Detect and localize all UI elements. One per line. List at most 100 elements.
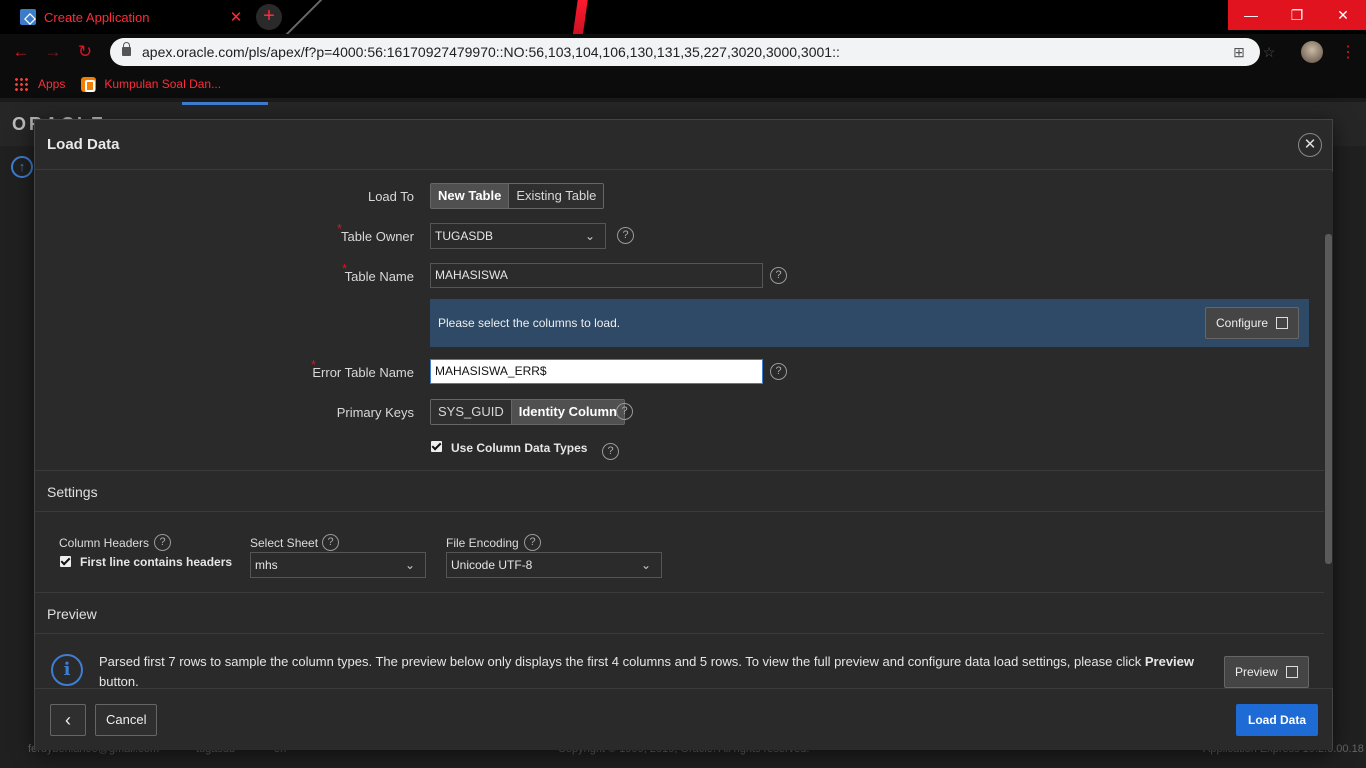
error-table-label: Error Table Name <box>312 365 414 380</box>
bookmark-kumpulan-soal[interactable]: Kumpulan Soal Dan... <box>81 76 222 92</box>
bookmark-star-icon[interactable]: ☆ <box>1260 44 1278 60</box>
lock-icon <box>122 42 131 56</box>
chevron-down-icon: ⌄ <box>640 558 651 572</box>
help-icon[interactable]: ? <box>322 534 339 551</box>
open-dialog-icon <box>1276 316 1289 329</box>
chevron-down-icon: ⌄ <box>584 229 595 243</box>
file-encoding-label: File Encoding <box>446 536 519 550</box>
identity-column-option[interactable]: Identity Column <box>511 400 624 424</box>
apex-favicon-icon <box>20 9 36 25</box>
settings-heading: Settings <box>47 484 98 500</box>
cancel-button[interactable]: Cancel <box>95 704 158 736</box>
forward-arrow-icon[interactable]: → <box>42 42 64 64</box>
error-table-input[interactable]: MAHASISWA_ERR$ <box>430 359 763 384</box>
load-data-button[interactable]: Load Data <box>1236 704 1319 736</box>
preview-message-text: Parsed first 7 rows to sample the column… <box>99 654 1113 669</box>
active-nav-indicator <box>182 102 268 105</box>
help-icon[interactable]: ? <box>616 403 633 420</box>
bookmark-label: Kumpulan Soal Dan... <box>104 77 222 91</box>
preview-message-bold: Preview <box>1144 654 1195 669</box>
previous-button[interactable]: ‹ <box>50 704 86 736</box>
new-table-option[interactable]: New Table <box>431 184 510 208</box>
bookmarks-bar: Apps Kumpulan Soal Dan... <box>0 70 1366 98</box>
primary-keys-row: Primary Keys SYS_GUID Identity Column ? <box>35 399 1324 427</box>
table-name-row: * Table Name MAHASISWA ? <box>35 261 1324 291</box>
use-column-types-label: Use Column Data Types <box>451 441 588 455</box>
new-tab-button[interactable]: + <box>256 4 282 30</box>
browser-menu-icon[interactable]: ⋮ <box>1340 42 1356 62</box>
chevron-down-icon: ⌄ <box>404 558 415 572</box>
preview-message: Parsed first 7 rows to sample the column… <box>99 652 1209 688</box>
up-arrow-icon[interactable]: ↑ <box>11 156 33 178</box>
info-icon: i <box>51 654 83 686</box>
columns-info-message: Please select the columns to load. <box>438 316 621 330</box>
dialog-close-icon[interactable]: ✕ <box>1298 133 1322 157</box>
load-to-label: Load To <box>367 189 414 204</box>
scrollbar-thumb[interactable] <box>1325 234 1332 564</box>
tab-close-icon[interactable]: ✕ <box>224 8 248 26</box>
first-line-headers-label: First line contains headers <box>80 555 233 569</box>
open-dialog-icon <box>1285 665 1298 678</box>
load-to-toggle: New Table Existing Table <box>430 183 605 209</box>
dialog-header: Load Data ✕ <box>35 120 1332 170</box>
table-owner-label: Table Owner <box>341 229 414 244</box>
translate-icon[interactable]: ⊞ <box>1230 44 1248 60</box>
configure-label: Configure <box>1216 316 1269 330</box>
browser-toolbar: ← → ↻ apex.oracle.com/pls/apex/f?p=4000:… <box>0 34 1366 70</box>
help-icon[interactable]: ? <box>154 534 171 551</box>
primary-keys-toggle: SYS_GUID Identity Column <box>430 399 625 425</box>
select-sheet-select[interactable]: mhs ⌄ <box>250 552 426 578</box>
dialog-footer: ‹ Cancel Load Data <box>35 688 1332 750</box>
restore-button[interactable]: ❐ <box>1274 0 1320 30</box>
preview-message-end: button. <box>99 674 139 688</box>
configure-button[interactable]: Configure <box>1205 307 1300 339</box>
help-icon[interactable]: ? <box>770 363 787 380</box>
help-icon[interactable]: ? <box>602 443 619 460</box>
help-icon[interactable]: ? <box>770 267 787 284</box>
url-text: apex.oracle.com/pls/apex/f?p=4000:56:161… <box>142 44 840 60</box>
table-owner-row: * Table Owner TUGASDB ⌄ ? <box>35 221 1324 251</box>
table-name-label: Table Name <box>344 269 414 284</box>
bookmark-apps[interactable]: Apps <box>14 77 65 91</box>
reload-icon[interactable]: ↻ <box>74 42 96 64</box>
file-encoding-select[interactable]: Unicode UTF-8 ⌄ <box>446 552 662 578</box>
preview-heading: Preview <box>47 606 97 622</box>
dialog-body: Load To New Table Existing Table * Table… <box>35 172 1324 688</box>
profile-avatar[interactable] <box>1301 41 1323 63</box>
sys-guid-option[interactable]: SYS_GUID <box>431 400 512 424</box>
select-sheet-label: Select Sheet <box>250 536 319 550</box>
load-to-row: Load To New Table Existing Table <box>35 183 1324 211</box>
error-table-row: * Error Table Name MAHASISWA_ERR$ ? <box>35 357 1324 387</box>
use-column-types-checkbox[interactable] <box>431 441 442 452</box>
load-data-dialog: Load Data ✕ Load To New Table Existing T… <box>34 119 1333 750</box>
dialog-title: Load Data <box>47 136 120 153</box>
wallpaper-accent <box>562 0 588 34</box>
bookmark-label: Apps <box>38 77 66 91</box>
back-arrow-icon[interactable]: ← <box>10 42 32 64</box>
preview-button-label: Preview <box>1235 665 1278 679</box>
table-owner-select[interactable]: TUGASDB ⌄ <box>430 223 606 249</box>
settings-section-header[interactable]: Settings <box>35 470 1324 512</box>
first-line-headers-checkbox[interactable] <box>60 556 71 567</box>
columns-info-bar: Please select the columns to load. Confi… <box>430 299 1309 347</box>
close-window-button[interactable]: ✕ <box>1320 0 1366 30</box>
browser-tabstrip: Create Application ✕ + — ❐ ✕ <box>0 0 1366 34</box>
minimize-button[interactable]: — <box>1228 0 1274 30</box>
table-name-input[interactable]: MAHASISWA <box>430 263 763 288</box>
tab-title: Create Application <box>44 9 150 25</box>
wallpaper-line <box>279 0 323 34</box>
preview-button[interactable]: Preview <box>1224 656 1309 688</box>
preview-message-click: click <box>1115 654 1142 669</box>
column-headers-label: Column Headers <box>59 536 150 550</box>
browser-tab[interactable]: Create Application ✕ <box>8 0 248 34</box>
help-icon[interactable]: ? <box>524 534 541 551</box>
address-bar[interactable]: apex.oracle.com/pls/apex/f?p=4000:56:161… <box>110 38 1275 66</box>
use-column-types-row: Use Column Data Types ? <box>35 435 1324 463</box>
file-encoding-value: Unicode UTF-8 <box>451 558 533 572</box>
table-owner-value: TUGASDB <box>435 229 494 243</box>
primary-keys-label: Primary Keys <box>336 405 414 420</box>
existing-table-option[interactable]: Existing Table <box>509 184 604 208</box>
select-sheet-value: mhs <box>255 558 278 572</box>
help-icon[interactable]: ? <box>617 227 634 244</box>
preview-section-header[interactable]: Preview <box>35 592 1324 634</box>
